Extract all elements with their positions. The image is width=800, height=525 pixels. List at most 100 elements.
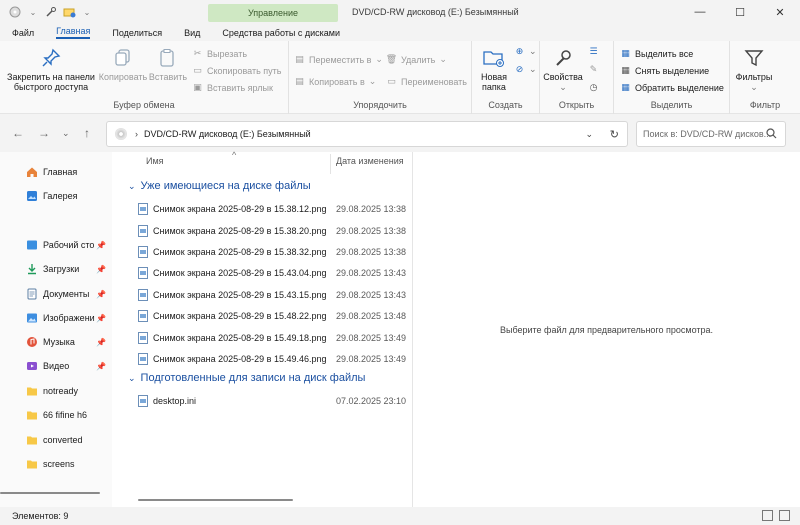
sidebar-item-video[interactable]: Видео 📌 (26, 360, 108, 372)
sidebar-item-label: Главная (43, 167, 78, 177)
search-input[interactable]: Поиск в: DVD/CD-RW дисков... (636, 121, 786, 147)
select-all-button[interactable]: ▦ Выделить все (620, 48, 693, 59)
address-path[interactable]: DVD/CD-RW дисковод (E:) Безымянный (144, 129, 311, 139)
pin-icon[interactable]: 📌 (96, 314, 106, 323)
paste-shortcut-button[interactable]: ▣ Вставить ярлык (192, 82, 273, 93)
history-button[interactable]: ◷ (588, 82, 599, 93)
group-header-prepared[interactable]: ⌄ Подготовленные для записи на диск файл… (128, 372, 365, 384)
sidebar-item-notready[interactable]: notready (26, 385, 108, 397)
sidebar-item-pictures[interactable]: Изображени 📌 (26, 312, 108, 324)
sidebar-item-downloads[interactable]: Загрузки 📌 (26, 263, 108, 275)
sidebar-horizontal-scrollbar[interactable] (0, 492, 100, 494)
move-to-button[interactable]: ▤ Переместить в ⌄ (294, 54, 383, 65)
file-list-horizontal-scrollbar[interactable] (138, 499, 293, 501)
paste-button[interactable]: Вставить (148, 47, 188, 82)
list-item[interactable]: Снимок экрана 2025-08-29 в 15.38.20.png … (138, 221, 406, 241)
folder-icon (27, 387, 37, 396)
list-item[interactable]: Снимок экрана 2025-08-29 в 15.38.32.png … (138, 242, 406, 262)
new-item-icon: ⊕ (515, 46, 524, 56)
list-item[interactable]: Снимок экрана 2025-08-29 в 15.43.15.png … (138, 285, 406, 305)
select-none-button[interactable]: ▦ Снять выделение (620, 65, 709, 76)
column-header-name[interactable]: Имя (146, 156, 164, 174)
tab-share[interactable]: Поделиться (112, 28, 162, 38)
back-button[interactable]: ← (12, 126, 24, 140)
column-header-name-label: Имя (146, 156, 164, 166)
search-icon[interactable] (766, 128, 777, 141)
paste-shortcut-icon: ▣ (193, 82, 202, 92)
list-item[interactable]: Снимок экрана 2025-08-29 в 15.49.18.png … (138, 328, 406, 348)
new-folder-label: Новая папка (480, 72, 508, 92)
column-separator[interactable] (330, 154, 331, 174)
new-item-button[interactable]: ⊕ ⌄ (514, 46, 537, 57)
pin-quick-access-button[interactable]: Закрепить на панели быстрого доступа (4, 47, 98, 92)
properties-button[interactable]: Свойства ⌄ (542, 47, 584, 92)
cut-button[interactable]: ✂ Вырезать (192, 48, 247, 59)
sidebar-item-home[interactable]: Главная (26, 166, 108, 178)
home-icon (27, 167, 37, 177)
rename-button[interactable]: ▭ Переименовать (386, 76, 467, 87)
up-button[interactable]: ↑ (84, 126, 90, 140)
tab-disk-tools[interactable]: Средства работы с дисками (222, 28, 340, 38)
ini-file-icon (138, 395, 148, 407)
new-folder-button[interactable]: Новая папка (476, 47, 512, 92)
chevron-down-icon[interactable]: ⌄ (26, 5, 40, 19)
copy-to-dropdown-icon: ⌄ (368, 76, 377, 86)
tab-view[interactable]: Вид (184, 28, 200, 38)
edit-button[interactable]: ✎ (588, 64, 599, 75)
list-item[interactable]: desktop.ini 07.02.2025 23:10 (138, 391, 406, 411)
properties-icon[interactable] (44, 5, 58, 19)
pin-icon[interactable]: 📌 (96, 362, 106, 371)
group-header-existing[interactable]: ⌄ Уже имеющиеся на диске файлы (128, 180, 311, 192)
column-header-date[interactable]: Дата изменения (336, 156, 404, 174)
file-date: 07.02.2025 23:10 (335, 396, 407, 406)
delete-button[interactable]: 🗑 Удалить ⌄ (386, 54, 447, 65)
tab-file[interactable]: Файл (12, 28, 34, 38)
tab-home[interactable]: Главная (56, 26, 91, 39)
sidebar-item-documents[interactable]: Документы 📌 (26, 288, 108, 300)
address-bar[interactable]: › DVD/CD-RW дисковод (E:) Безымянный ⌄ ↻ (106, 121, 628, 147)
drive-icon[interactable] (8, 5, 22, 19)
sidebar-item-gallery[interactable]: Галерея (26, 190, 108, 202)
pin-icon[interactable]: 📌 (96, 338, 106, 347)
close-button[interactable]: ✕ (760, 0, 800, 24)
list-item[interactable]: Снимок экрана 2025-08-29 в 15.38.12.png … (138, 199, 406, 219)
address-dropdown-icon[interactable]: ⌄ (585, 129, 593, 140)
filters-button[interactable]: Фильтры ⌄ (734, 47, 774, 92)
copy-button[interactable]: Копировать (98, 47, 148, 82)
open-button[interactable]: ☰ (588, 46, 599, 57)
sidebar-item-desktop[interactable]: Рабочий сто 📌 (26, 239, 108, 251)
sidebar-item-screens[interactable]: screens (26, 458, 108, 470)
refresh-icon[interactable]: ↻ (610, 128, 619, 141)
details-view-button[interactable] (762, 510, 773, 521)
context-tab-manage[interactable]: Управление (208, 4, 338, 22)
large-icons-view-button[interactable] (779, 510, 790, 521)
breadcrumb-chevron-icon[interactable]: › (135, 129, 138, 139)
file-date: 29.08.2025 13:43 (335, 290, 407, 300)
sidebar-item-converted[interactable]: converted (26, 434, 108, 446)
minimize-button[interactable]: — (680, 0, 720, 24)
maximize-button[interactable]: ☐ (720, 0, 760, 24)
pin-icon[interactable]: 📌 (96, 241, 106, 250)
file-name: Снимок экрана 2025-08-29 в 15.49.18.png (153, 333, 327, 343)
list-item[interactable]: Снимок экрана 2025-08-29 в 15.48.22.png … (138, 306, 406, 326)
forward-button[interactable]: → (38, 126, 50, 140)
sidebar-item-music[interactable]: Музыка 📌 (26, 336, 108, 348)
copy-path-button[interactable]: ▭ Скопировать путь (192, 65, 281, 76)
list-item[interactable]: Снимок экрана 2025-08-29 в 15.43.04.png … (138, 263, 406, 283)
pin-label: Закрепить на панели быстрого доступа (7, 72, 95, 92)
copy-to-button[interactable]: ▤ Копировать в ⌄ (294, 76, 376, 87)
easy-access-button[interactable]: ⊘ ⌄ (514, 64, 537, 75)
file-list: Имя ^ Дата изменения ⌄ Уже имеющиеся на … (122, 150, 412, 507)
pin-icon[interactable]: 📌 (96, 290, 106, 299)
new-folder-big-icon (483, 47, 505, 69)
new-folder-icon[interactable] (62, 5, 76, 19)
recent-locations-icon[interactable]: ⌄ (62, 128, 70, 139)
invert-selection-button[interactable]: ▦ Обратить выделение (620, 82, 724, 93)
sidebar-item-fifine[interactable]: 66 fifine h6 (26, 409, 108, 421)
customize-qat-icon[interactable]: ⌄ (80, 5, 94, 19)
invert-selection-label: Обратить выделение (635, 82, 724, 93)
png-file-icon (138, 332, 148, 344)
pin-icon[interactable]: 📌 (96, 265, 106, 274)
rename-icon: ▭ (387, 76, 396, 86)
list-item[interactable]: Снимок экрана 2025-08-29 в 15.49.46.png … (138, 349, 406, 369)
